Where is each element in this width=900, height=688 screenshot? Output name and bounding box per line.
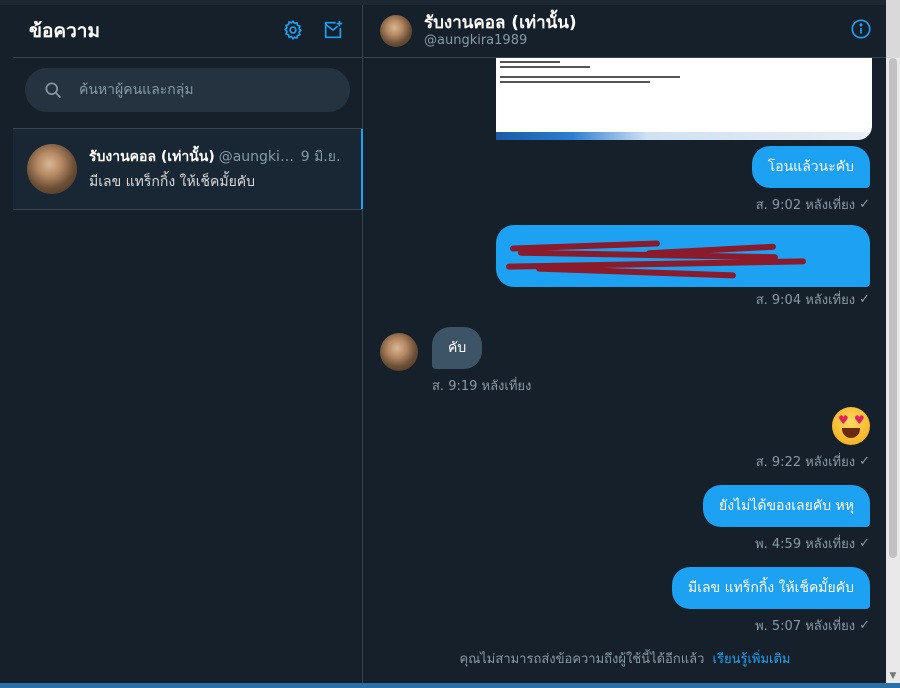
search-area: [13, 58, 362, 122]
avatar[interactable]: [380, 15, 412, 47]
conversation-preview: มีเลข แทร็กกิ้ง ให้เช็คมั้ยคับ: [89, 173, 256, 190]
conversation-header-line: รับงานคอล (เท่านั้น) @aungkir... 9 มิ.ย.: [89, 146, 348, 168]
message-meta: พ. 4:59 หลังเที่ยง ✓: [755, 533, 870, 554]
scroll-thumb[interactable]: [889, 58, 897, 558]
message-image-attachment[interactable]: [496, 58, 872, 140]
incoming-column: คับ ส. 9:19 หลังเที่ยง: [432, 327, 531, 396]
message-bubble-redacted[interactable]: [496, 225, 870, 287]
avatar[interactable]: [380, 333, 418, 371]
message-outgoing: มีเลข แทร็กกิ้ง ให้เช็คมั้ยคับ พ. 5:07 ห…: [671, 567, 870, 636]
search-input[interactable]: [79, 82, 332, 98]
message-incoming: คับ ส. 9:19 หลังเที่ยง: [380, 327, 531, 396]
avatar: [27, 144, 77, 194]
message-meta: ส. 9:04 หลังเที่ยง ✓: [756, 289, 870, 310]
attachment-text-lines: [500, 61, 680, 86]
check-icon: ✓: [859, 197, 870, 212]
search-box[interactable]: [25, 68, 350, 112]
message-time: พ. 4:59 หลังเที่ยง: [755, 537, 856, 552]
learn-more-link[interactable]: เรียนรู้เพิ่มเติม: [713, 652, 791, 667]
message-outgoing-emoji: ♥ ♥ ส. 9:22 หลังเที่ยง ✓: [756, 407, 870, 472]
message-bubble[interactable]: มีเลข แทร็กกิ้ง ให้เช็คมั้ยคับ: [671, 567, 870, 609]
message-bubble[interactable]: คับ: [432, 327, 483, 369]
conversation-name: รับงานคอล (เท่านั้น): [89, 148, 215, 165]
check-icon: ✓: [859, 618, 870, 633]
conversation-list-panel: ข้อความ รับงานคอล (เท่านั้น): [13, 5, 363, 683]
message-time: พ. 5:07 หลังเที่ยง: [755, 619, 856, 634]
message-time: ส. 9:02 หลังเที่ยง: [755, 198, 856, 213]
message-outgoing: โอนแล้วนะคับ ส. 9:02 หลังเที่ยง ✓: [751, 146, 870, 215]
new-message-icon[interactable]: [322, 19, 346, 43]
check-icon: ✓: [859, 454, 870, 469]
message-bubble[interactable]: ยังไม่ได้ของเลยคับ หหุ: [703, 485, 870, 527]
attachment-taskbar: [496, 132, 872, 140]
conversation-handle: @aungkir...: [218, 148, 297, 165]
blocked-notice: คุณไม่สามารถส่งข้อความถึงผู้ใช้นี้ได้อีก…: [364, 648, 886, 669]
conversation-item[interactable]: รับงานคอล (เท่านั้น) @aungkir... 9 มิ.ย.…: [13, 128, 363, 210]
conversation-date: 9 มิ.ย.: [300, 148, 341, 165]
search-icon: [45, 82, 62, 99]
window-bottom-edge: [0, 683, 900, 688]
message-time: ส. 9:04 หลังเที่ยง: [755, 293, 856, 308]
message-time: ส. 9:22 หลังเที่ยง: [755, 455, 856, 470]
chat-panel: รับงานคอล (เท่านั้น) @aungkira1989 โอนแล…: [364, 5, 886, 683]
gear-icon[interactable]: [282, 19, 306, 43]
conversation-body: รับงานคอล (เท่านั้น) @aungkir... 9 มิ.ย.…: [89, 146, 348, 193]
messages-header: ข้อความ: [13, 5, 362, 58]
message-thread: โอนแล้วนะคับ ส. 9:02 หลังเที่ยง ✓ ส. 9:0…: [364, 58, 886, 683]
check-icon: ✓: [859, 292, 870, 307]
check-icon: ✓: [859, 536, 870, 551]
message-meta: ส. 9:22 หลังเที่ยง ✓: [756, 451, 870, 472]
message-meta: พ. 5:07 หลังเที่ยง ✓: [755, 615, 870, 636]
chat-partner-name: รับงานคอล (เท่านั้น): [424, 13, 577, 33]
blocked-notice-text: คุณไม่สามารถส่งข้อความถึงผู้ใช้นี้ได้อีก…: [459, 652, 705, 667]
message-outgoing: ยังไม่ได้ของเลยคับ หหุ พ. 4:59 หลังเที่ย…: [703, 485, 870, 554]
message-meta: ส. 9:02 หลังเที่ยง ✓: [756, 194, 870, 215]
message-bubble[interactable]: โอนแล้วนะคับ: [751, 146, 870, 188]
heart-eyes-emoji-icon[interactable]: ♥ ♥: [832, 407, 870, 445]
scroll-down-arrow[interactable]: ▼: [886, 669, 900, 683]
messages-title: ข้อความ: [29, 20, 100, 42]
info-icon[interactable]: [850, 18, 872, 44]
chat-header-names[interactable]: รับงานคอล (เท่านั้น) @aungkira1989: [424, 13, 850, 49]
chat-partner-handle: @aungkira1989: [424, 33, 528, 48]
scrollbar[interactable]: ▼: [886, 58, 900, 683]
message-meta: ส. 9:19 หลังเที่ยง: [432, 375, 531, 396]
message-time: ส. 9:19 หลังเที่ยง: [432, 379, 532, 394]
message-meta-row: ส. 9:04 หลังเที่ยง ✓: [756, 289, 870, 310]
chat-header: รับงานคอล (เท่านั้น) @aungkira1989: [364, 5, 886, 58]
